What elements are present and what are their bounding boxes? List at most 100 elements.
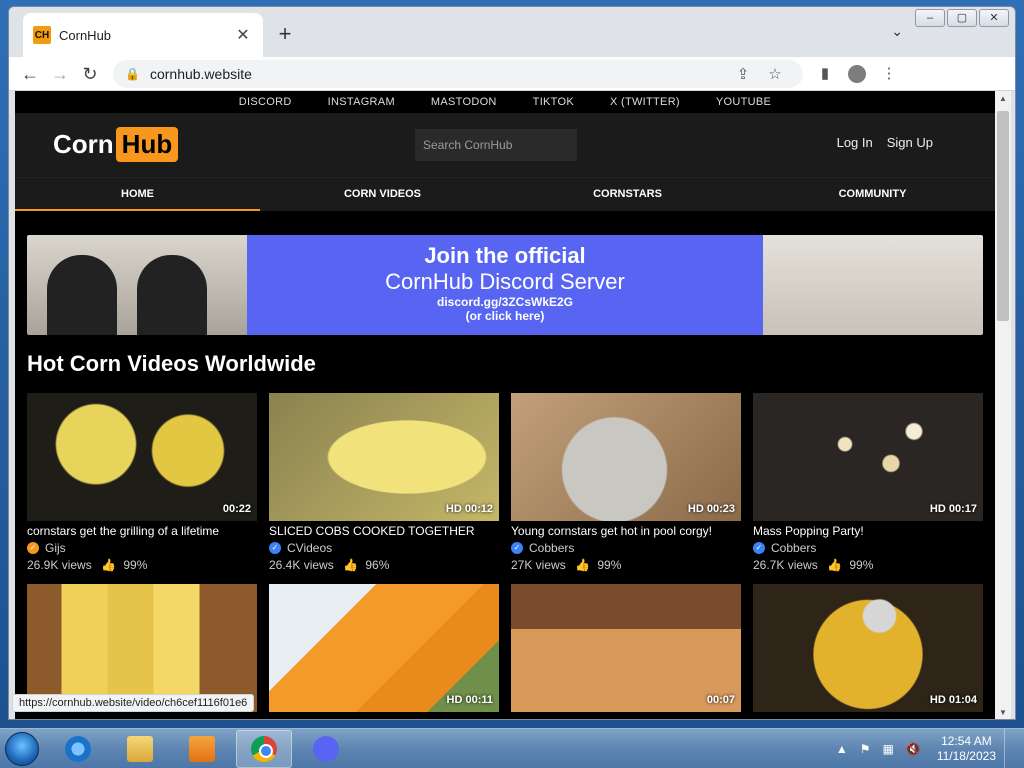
video-card[interactable]: HD 00:17 Mass Popping Party! ✓ Cobbers 2… <box>753 393 983 572</box>
bookmark-star-icon[interactable]: ☆ <box>759 65 791 83</box>
volume-muted-icon[interactable]: 🔇 <box>906 742 921 756</box>
logo-text-corn: Corn <box>53 129 114 159</box>
chrome-icon <box>251 735 277 762</box>
vertical-scrollbar[interactable]: ▲ ▼ <box>995 91 1011 719</box>
social-link-tiktok[interactable]: TIKTOK <box>515 91 592 113</box>
taskbar-ie[interactable] <box>50 730 106 768</box>
banner-center: Join the official CornHub Discord Server… <box>247 235 763 335</box>
view-count: 26.4K views <box>269 558 334 572</box>
nav-community[interactable]: COMMUNITY <box>750 178 995 211</box>
video-card[interactable]: 00:22 cornstars get the grilling of a li… <box>27 393 257 572</box>
author-name[interactable]: CVideos <box>287 541 332 555</box>
lock-icon[interactable]: 🔒 <box>125 67 140 81</box>
clock[interactable]: 12:54 AM 11/18/2023 <box>937 734 996 764</box>
windows-logo-icon <box>5 731 39 766</box>
scrollbar-thumb[interactable] <box>997 111 1009 321</box>
tab-cornhub[interactable]: CH CornHub ✕ <box>23 13 263 57</box>
video-grid: 00:22 cornstars get the grilling of a li… <box>27 393 983 712</box>
video-author[interactable]: ✓ CVideos <box>269 541 499 555</box>
tab-close-icon[interactable]: ✕ <box>233 25 253 45</box>
show-desktop-button[interactable] <box>1004 729 1016 768</box>
video-card[interactable] <box>27 584 257 712</box>
author-name[interactable]: Cobbers <box>771 541 816 555</box>
profile-button[interactable] <box>841 60 873 88</box>
status-bar-url: https://cornhub.website/video/ch6cef1116… <box>12 694 255 712</box>
main-nav: HOME CORN VIDEOS CORNSTARS COMMUNITY <box>15 177 995 211</box>
view-count: 26.9K views <box>27 558 92 572</box>
login-link[interactable]: Log In <box>837 135 873 150</box>
taskbar: ▲ ⚑ ▦ 🔇 12:54 AM 11/18/2023 <box>0 728 1024 768</box>
taskbar-explorer[interactable] <box>112 730 168 768</box>
discord-banner[interactable]: Join the official CornHub Discord Server… <box>27 235 983 335</box>
social-link-mastodon[interactable]: MASTODON <box>413 91 515 113</box>
site-logo[interactable]: Corn Hub <box>53 127 179 162</box>
video-card[interactable]: HD 01:04 <box>753 584 983 712</box>
nav-home[interactable]: HOME <box>15 178 260 211</box>
video-title[interactable]: Young cornstars get hot in pool corgy! <box>511 524 741 538</box>
taskbar-discord[interactable] <box>298 730 354 768</box>
back-button[interactable]: ← <box>15 60 45 88</box>
menu-kebab-icon[interactable]: ⋮ <box>873 60 905 88</box>
video-card[interactable]: 00:07 <box>511 584 741 712</box>
scroll-down-arrow-icon[interactable]: ▼ <box>995 705 1011 719</box>
video-stats: 26.7K views 👍 99% <box>753 558 983 572</box>
thumbs-up-icon: 👍 <box>827 558 842 572</box>
taskbar-media[interactable] <box>174 730 230 768</box>
video-title[interactable]: Mass Popping Party! <box>753 524 983 538</box>
video-author[interactable]: ✓ Cobbers <box>511 541 741 555</box>
video-thumbnail[interactable]: HD 01:04 <box>753 584 983 712</box>
video-thumbnail[interactable]: HD 00:12 <box>269 393 499 521</box>
browser-window: CH CornHub ✕ + ⌄ – ▢ ✕ ← → ↻ 🔒 cornhub.w… <box>8 6 1016 720</box>
search-input[interactable] <box>415 129 577 161</box>
video-thumbnail[interactable]: HD 00:23 <box>511 393 741 521</box>
new-tab-button[interactable]: + <box>273 23 297 47</box>
signup-link[interactable]: Sign Up <box>887 135 933 150</box>
video-thumbnail[interactable] <box>27 584 257 712</box>
action-center-icon[interactable]: ⚑ <box>860 742 871 756</box>
social-link-twitter[interactable]: X (TWITTER) <box>592 91 698 113</box>
video-card[interactable]: HD 00:12 SLICED COBS COOKED TOGETHER ✓ C… <box>269 393 499 572</box>
nav-cornstars[interactable]: CORNSTARS <box>505 178 750 211</box>
tray-expand-icon[interactable]: ▲ <box>836 742 848 756</box>
nav-corn-videos[interactable]: CORN VIDEOS <box>260 178 505 211</box>
network-icon[interactable]: ▦ <box>883 742 894 756</box>
banner-right-image <box>763 235 983 335</box>
author-name[interactable]: Cobbers <box>529 541 574 555</box>
taskbar-chrome[interactable] <box>236 729 292 768</box>
social-link-instagram[interactable]: INSTAGRAM <box>310 91 413 113</box>
tab-search-chevron-icon[interactable]: ⌄ <box>891 23 903 40</box>
rating: 99% <box>123 558 148 572</box>
social-link-youtube[interactable]: YOUTUBE <box>698 91 789 113</box>
address-bar[interactable]: 🔒 cornhub.website ⇪ ☆ <box>113 59 803 88</box>
reload-button[interactable]: ↻ <box>75 60 105 88</box>
video-card[interactable]: HD 00:11 <box>269 584 499 712</box>
video-thumbnail[interactable]: 00:22 <box>27 393 257 521</box>
video-duration: HD 00:17 <box>929 503 977 515</box>
video-thumbnail[interactable]: 00:07 <box>511 584 741 712</box>
video-stats: 27K views 👍 99% <box>511 558 741 572</box>
scroll-up-arrow-icon[interactable]: ▲ <box>995 91 1011 107</box>
side-panel-icon[interactable]: ▮ <box>809 60 841 88</box>
media-player-icon <box>189 735 215 762</box>
video-title[interactable]: SLICED COBS COOKED TOGETHER <box>269 524 499 538</box>
video-author[interactable]: ✓ Cobbers <box>753 541 983 555</box>
maximize-button[interactable]: ▢ <box>947 9 977 27</box>
minimize-button[interactable]: – <box>915 9 945 27</box>
social-link-discord[interactable]: DISCORD <box>221 91 310 113</box>
video-thumbnail[interactable]: HD 00:11 <box>269 584 499 712</box>
video-duration: 00:22 <box>222 503 251 515</box>
video-author[interactable]: ✓ Gijs <box>27 541 257 555</box>
video-stats: 26.4K views 👍 96% <box>269 558 499 572</box>
share-icon[interactable]: ⇪ <box>727 65 759 83</box>
start-button[interactable] <box>0 729 44 768</box>
video-thumbnail[interactable]: HD 00:17 <box>753 393 983 521</box>
forward-button[interactable]: → <box>45 60 75 88</box>
banner-line1: Join the official <box>424 243 586 268</box>
author-name[interactable]: Gijs <box>45 541 66 555</box>
video-card[interactable]: HD 00:23 Young cornstars get hot in pool… <box>511 393 741 572</box>
close-window-button[interactable]: ✕ <box>979 9 1009 27</box>
url-text[interactable]: cornhub.website <box>150 66 727 82</box>
banner-person <box>47 255 117 335</box>
video-title[interactable]: cornstars get the grilling of a lifetime <box>27 524 257 538</box>
thumbs-up-icon: 👍 <box>101 558 116 572</box>
